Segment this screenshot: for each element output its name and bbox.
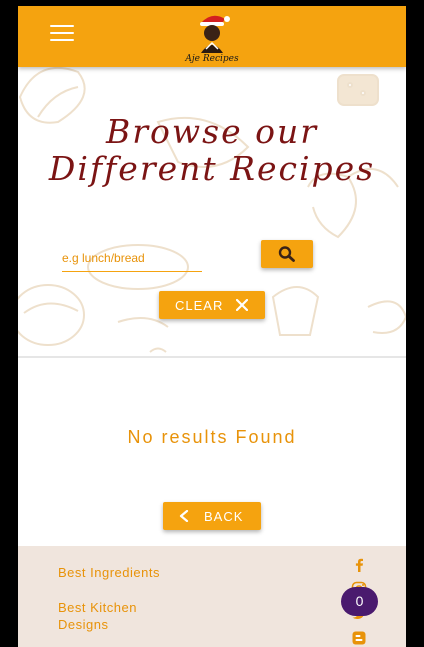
search-button[interactable] <box>261 240 313 268</box>
chevron-left-icon <box>179 510 189 522</box>
section-divider <box>18 356 406 358</box>
footer-link-best-ingredients[interactable]: Best Ingredients <box>58 564 168 581</box>
page-title: Browse our Different Recipes <box>18 113 406 187</box>
no-results-message: No results Found <box>127 427 297 447</box>
top-navbar: Aje Recipes <box>18 6 406 67</box>
app-frame: Aje Recipes Browse our Different Recipes… <box>18 6 406 647</box>
search-input[interactable] <box>62 245 202 272</box>
search-icon <box>278 246 295 262</box>
page-title-line-1: Browse our <box>106 112 318 151</box>
back-button-label: BACK <box>204 509 244 524</box>
logo-text: Aje Recipes <box>184 54 239 64</box>
facebook-icon[interactable] <box>351 557 367 573</box>
clear-button-label: CLEAR <box>175 298 224 313</box>
clear-button[interactable]: CLEAR <box>159 291 265 319</box>
footer-link-best-kitchen-designs[interactable]: Best Kitchen Designs <box>58 599 168 633</box>
back-button[interactable]: BACK <box>163 502 261 530</box>
blogger-icon[interactable] <box>351 630 367 646</box>
hamburger-menu-icon[interactable] <box>50 25 74 43</box>
close-icon <box>236 299 248 311</box>
hero-section: Browse our Different Recipes CLEAR <box>18 67 406 357</box>
page-title-line-2: Different Recipes <box>48 149 376 188</box>
logo[interactable]: Aje Recipes <box>181 9 243 65</box>
cart-count-badge[interactable]: 0 <box>341 587 378 616</box>
